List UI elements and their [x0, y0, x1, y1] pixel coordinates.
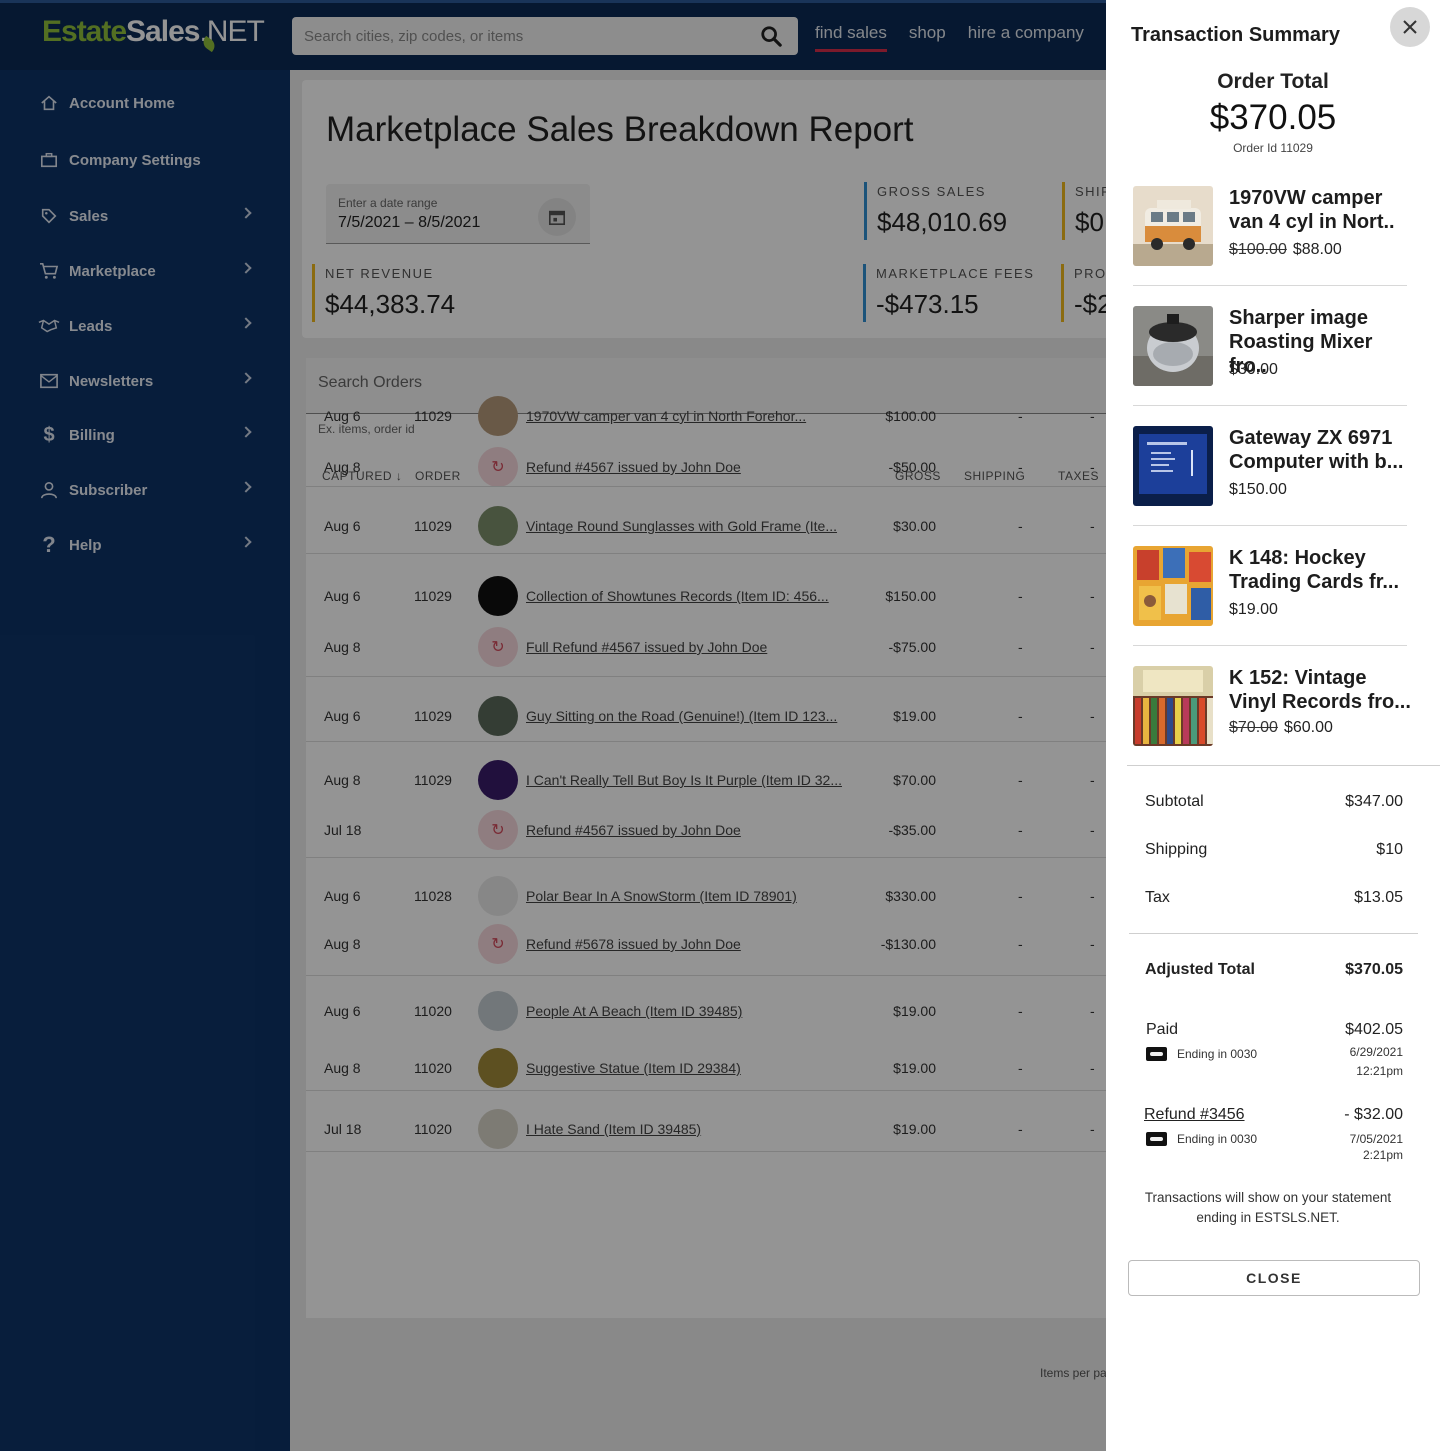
close-icon[interactable] — [1390, 7, 1430, 47]
drawer-item[interactable]: 1970VW camper van 4 cyl in Nort.. $100.00… — [1133, 186, 1407, 306]
item-thumbnail — [1133, 546, 1213, 626]
item-name: K 152: Vintage Vinyl Records fro... — [1229, 667, 1411, 713]
item-price: $30.00 — [1229, 361, 1278, 378]
refund-date: 7/05/2021 2:21pm — [1349, 1132, 1403, 1162]
item-price: $70.00 $60.00 — [1229, 719, 1333, 736]
discover-card-icon — [1146, 1047, 1167, 1061]
divider — [1133, 285, 1407, 286]
drawer-item[interactable]: Sharper image Roasting Mixer fro.. $30.00 — [1133, 306, 1407, 426]
paid-label: Paid — [1146, 1021, 1179, 1038]
divider — [1133, 405, 1407, 406]
subtotal-row: Subtotal $347.00 — [1145, 793, 1403, 810]
drawer-title: Transaction Summary — [1131, 24, 1340, 46]
item-thumbnail — [1133, 426, 1213, 506]
item-name: Gateway ZX 6971 Computer with b... — [1229, 427, 1404, 473]
statement-note: Transactions will show on your statement… — [1144, 1190, 1392, 1225]
divider — [1127, 765, 1440, 766]
drawer-item[interactable]: K 148: Hockey Trading Cards fr... $19.00 — [1133, 546, 1407, 666]
order-total-label: Order Total — [1217, 70, 1329, 93]
drawer-item[interactable]: K 152: Vintage Vinyl Records fro... $70.0… — [1133, 666, 1411, 786]
paid-amount: $402.05 — [1345, 1021, 1403, 1038]
tax-row: Tax $13.05 — [1145, 889, 1403, 906]
item-thumbnail — [1133, 186, 1213, 266]
divider — [1133, 645, 1407, 646]
refund-amount: - $32.00 — [1344, 1106, 1403, 1123]
item-thumbnail — [1133, 306, 1213, 386]
refund-card-info: Ending in 0030 — [1146, 1132, 1257, 1146]
drawer-item[interactable]: Gateway ZX 6971 Computer with b... $150.0… — [1133, 426, 1407, 546]
refund-link[interactable]: Refund #3456 — [1144, 1106, 1245, 1124]
adjusted-total-row: Adjusted Total $370.05 — [1145, 961, 1403, 978]
paid-card-info: Ending in 0030 — [1146, 1047, 1257, 1061]
divider — [1129, 933, 1418, 934]
shipping-row: Shipping $10 — [1145, 841, 1403, 858]
item-price: $100.00 $88.00 — [1229, 241, 1342, 258]
item-price: $19.00 — [1229, 601, 1278, 618]
item-price: $150.00 — [1229, 481, 1287, 498]
paid-date: 6/29/2021 12:21pm — [1349, 1045, 1403, 1078]
divider — [1133, 525, 1407, 526]
item-thumbnail — [1133, 666, 1213, 746]
transaction-summary-drawer: Transaction Summary Order Total $370.05 … — [1106, 0, 1440, 1451]
discover-card-icon — [1146, 1132, 1167, 1146]
order-id: Order Id 11029 — [1233, 141, 1313, 155]
order-total-value: $370.05 — [1209, 98, 1337, 137]
close-button[interactable]: CLOSE — [1128, 1260, 1420, 1296]
item-name: 1970VW camper van 4 cyl in Nort.. — [1229, 187, 1395, 233]
item-name: K 148: Hockey Trading Cards fr... — [1229, 547, 1400, 593]
